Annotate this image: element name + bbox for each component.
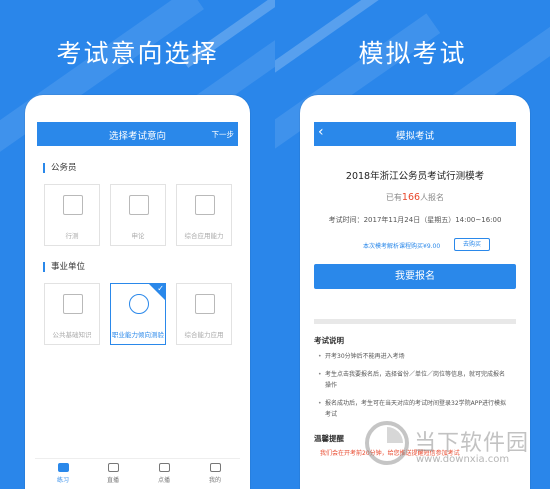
pencil-icon (57, 463, 69, 472)
document-icon (195, 294, 215, 314)
promo-text: 本次模考解析课程购买¥9.00 (363, 243, 441, 250)
signup-prefix: 已有 (385, 193, 402, 202)
profile-icon (209, 463, 221, 472)
option-label: 职业能力倾向测验 (112, 331, 164, 339)
exam-time: 考试时间：2017年11月24日（星期五）14:00~16:00 (328, 216, 502, 224)
option-label: 申论 (131, 232, 145, 240)
note-item: 考生点击我要报名后，选择省份／单位／岗位等信息，就可完成报名操作 (318, 369, 508, 391)
header-title: 选择考试意向 (108, 131, 166, 142)
tab-label: 直播 (106, 477, 119, 484)
buy-button[interactable]: 去购买 (454, 238, 490, 251)
watermark-logo-icon (365, 421, 409, 465)
watermark-url: www.downxia.com (416, 454, 510, 465)
brain-icon (129, 294, 149, 314)
option-label: 综合应用能力 (184, 232, 224, 240)
tab-label: 我的 (208, 477, 221, 484)
tab-label: 点播 (157, 477, 170, 484)
typewriter-icon (63, 294, 83, 314)
bottom-tab-bar: 练习 直播 点播 我的 (35, 458, 240, 489)
option-tile-xingce[interactable]: 行测 (44, 184, 100, 246)
header-bar: 选择考试意向 下一步 (37, 122, 238, 146)
tab-mine[interactable]: 我的 (195, 463, 235, 484)
left-headline: 考试意向选择 (56, 39, 219, 68)
option-tile-applied-ability[interactable]: 综合能力应用 (176, 283, 232, 345)
watermark-brand: 当下软件园 (414, 431, 530, 456)
next-step-button[interactable]: 下一步 (212, 129, 235, 140)
section-divider (314, 319, 516, 324)
option-label: 公共基础知识 (52, 331, 92, 339)
signup-count-text: 已有166人报名 (300, 192, 530, 203)
selected-check-icon: ✓ (149, 284, 165, 300)
watermark: 当下软件园 www.downxia.com (364, 416, 534, 474)
signup-count: 166 (401, 192, 421, 203)
left-panel: 考试意向选择 选择考试意向 下一步 公务员 行测 申论 综合应用能力 事业单位 … (0, 0, 275, 489)
note-item: 开考30分钟后不能再进入考场 (318, 351, 508, 362)
video-icon (107, 463, 119, 472)
section-title-public-institution: 事业单位 (43, 262, 85, 272)
right-headline: 模拟考试 (358, 39, 467, 68)
document-icon (195, 195, 215, 215)
header-title: 模拟考试 (395, 131, 434, 142)
option-tile-public-knowledge[interactable]: 公共基础知识 (44, 283, 100, 345)
tab-practice[interactable]: 练习 (43, 463, 83, 484)
tab-on-demand[interactable]: 点播 (144, 463, 184, 484)
option-label: 综合能力应用 (184, 331, 224, 339)
tab-live[interactable]: 直播 (93, 463, 133, 484)
header-bar: ‹ 模拟考试 (314, 122, 516, 146)
option-label: 行测 (65, 232, 79, 240)
exam-title: 2018年浙江公务员考试行测模考 (345, 171, 485, 182)
signup-button[interactable]: 我要报名 (314, 264, 516, 289)
section-title-civil-servant: 公务员 (43, 163, 77, 173)
signup-suffix: 人报名 (420, 193, 445, 202)
notes-title: 考试说明 (314, 336, 344, 345)
phone-screen-intent: 选择考试意向 下一步 公务员 行测 申论 综合应用能力 事业单位 公共基础知识 … (25, 95, 250, 489)
option-tile-comprehensive[interactable]: 综合应用能力 (176, 184, 232, 246)
tab-label: 练习 (56, 477, 69, 484)
option-tile-aptitude-selected[interactable]: ✓ 职业能力倾向测验 (110, 283, 166, 345)
play-icon (158, 463, 170, 472)
person-desk-icon (129, 195, 149, 215)
tips-title: 温馨提醒 (314, 434, 344, 443)
book-icon (63, 195, 83, 215)
option-tile-shenlun[interactable]: 申论 (110, 184, 166, 246)
